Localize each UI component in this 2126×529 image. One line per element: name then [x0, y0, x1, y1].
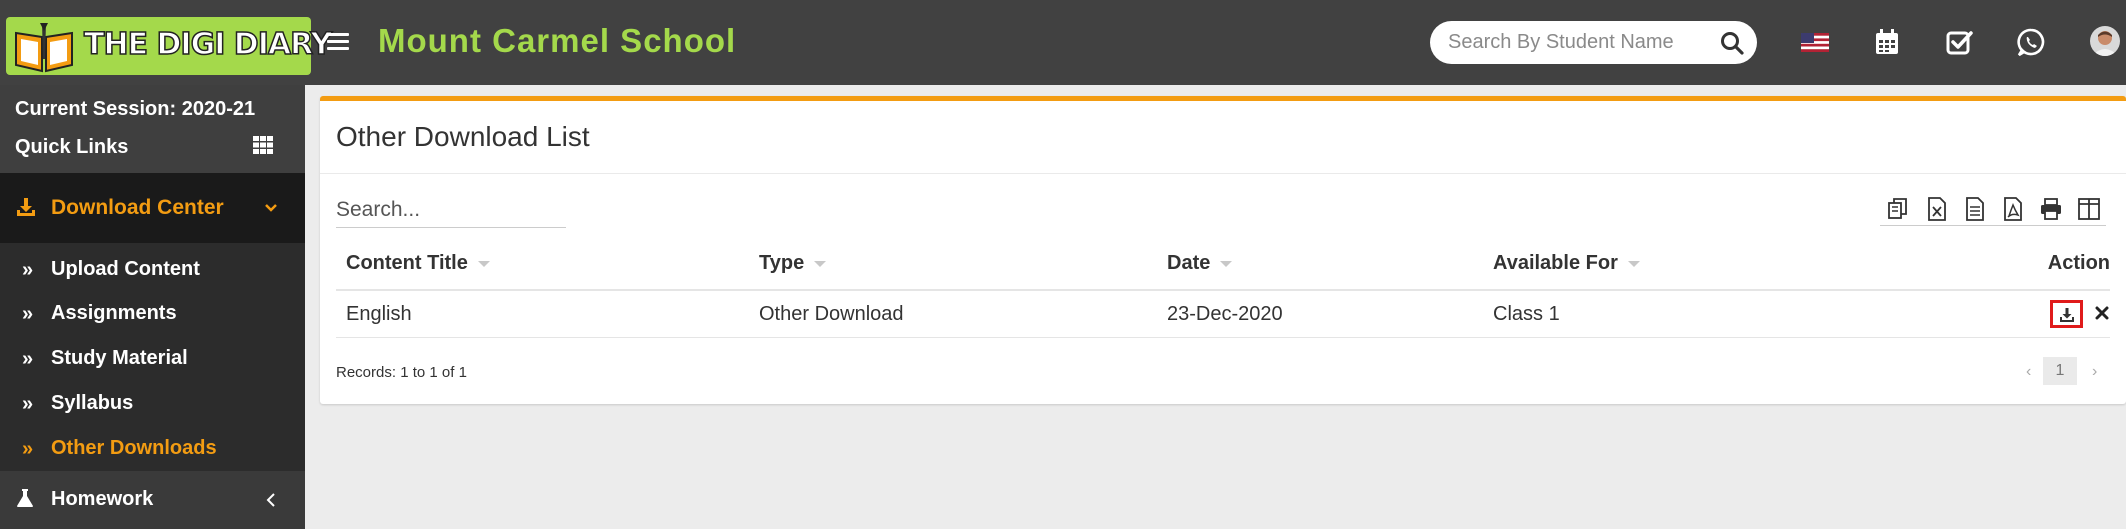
- sidebar-item-other-downloads[interactable]: » Other Downloads: [0, 426, 305, 470]
- double-chevron-right-icon: »: [22, 348, 34, 370]
- sidebar-item-label: Download Center: [51, 196, 224, 219]
- pager-prev-button[interactable]: ‹: [2026, 363, 2031, 381]
- column-header-label: Available For: [1493, 252, 1618, 274]
- search-icon[interactable]: [1719, 30, 1745, 56]
- double-chevron-right-icon: »: [22, 393, 34, 415]
- chevron-left-icon: [266, 493, 275, 507]
- other-download-panel: Other Download List Content Title Type D…: [320, 96, 2126, 404]
- table-search-input[interactable]: [336, 193, 566, 228]
- top-navbar: THE DIGI DIARY Mount Carmel School: [0, 0, 2126, 85]
- download-center-submenu: » Upload Content » Assignments » Study M…: [0, 243, 305, 471]
- copy-icon[interactable]: [1886, 196, 1912, 222]
- cell-type: Other Download: [759, 303, 904, 325]
- school-name: Mount Carmel School: [378, 22, 737, 59]
- sidebar-item-syllabus[interactable]: » Syllabus: [0, 381, 305, 425]
- sort-caret-icon: [1220, 260, 1233, 267]
- column-header-available-for[interactable]: Available For: [1493, 252, 1640, 275]
- pager-next-button[interactable]: ›: [2092, 363, 2097, 381]
- sidebar-item-homework[interactable]: Homework: [0, 471, 305, 529]
- sort-caret-icon: [1627, 260, 1640, 267]
- excel-icon[interactable]: [1924, 196, 1950, 222]
- column-header-label: Type: [759, 252, 805, 274]
- download-icon: [17, 198, 35, 216]
- divider: [320, 173, 2126, 174]
- csv-icon[interactable]: [1962, 196, 1988, 222]
- current-session: Current Session: 2020-21: [15, 98, 256, 120]
- sidebar-item-label: Homework: [51, 488, 154, 510]
- sort-caret-icon: [477, 260, 490, 267]
- sidebar-header: Current Session: 2020-21 Quick Links: [0, 85, 305, 173]
- menu-toggle-icon[interactable]: [327, 33, 349, 51]
- sidebar: Current Session: 2020-21 Quick Links Dow…: [0, 85, 305, 529]
- sidebar-item-label: Other Downloads: [51, 437, 217, 459]
- flask-icon: [17, 489, 33, 507]
- us-flag-icon[interactable]: [1800, 27, 1830, 57]
- download-icon: [2060, 308, 2074, 322]
- pdf-icon[interactable]: [2000, 196, 2026, 222]
- chevron-down-icon: [265, 204, 277, 212]
- sidebar-item-study-material[interactable]: » Study Material: [0, 336, 305, 380]
- logo-text: THE DIGI DIARY: [83, 26, 333, 63]
- export-toolbar: [1880, 192, 2106, 226]
- columns-icon[interactable]: [2076, 196, 2102, 222]
- sidebar-item-label: Upload Content: [51, 258, 200, 280]
- column-header-label: Date: [1167, 252, 1211, 274]
- column-header-content-title[interactable]: Content Title: [346, 252, 490, 275]
- table-row: English Other Download 23-Dec-2020 Class…: [336, 291, 2110, 337]
- sidebar-item-label: Syllabus: [51, 392, 134, 414]
- pager-page-button[interactable]: 1: [2043, 357, 2077, 385]
- double-chevron-right-icon: »: [22, 259, 34, 281]
- user-avatar[interactable]: [2090, 26, 2120, 56]
- cell-date: 23-Dec-2020: [1167, 303, 1283, 325]
- column-header-label: Content Title: [346, 252, 468, 274]
- column-header-date[interactable]: Date: [1167, 252, 1233, 275]
- records-info: Records: 1 to 1 of 1: [336, 364, 467, 381]
- app-logo[interactable]: THE DIGI DIARY: [6, 17, 333, 75]
- cell-content-title: English: [346, 303, 412, 325]
- print-icon[interactable]: [2038, 196, 2064, 222]
- column-header-action: Action: [2047, 252, 2110, 274]
- checkbox-icon[interactable]: [1944, 27, 1974, 57]
- page-title: Other Download List: [336, 121, 590, 152]
- calendar-icon[interactable]: [1872, 27, 1902, 57]
- double-chevron-right-icon: »: [22, 303, 34, 325]
- book-logo-icon: [15, 23, 73, 73]
- column-header-type[interactable]: Type: [759, 252, 827, 275]
- sidebar-item-label: Assignments: [51, 302, 177, 324]
- quick-links[interactable]: Quick Links: [15, 136, 128, 159]
- row-divider: [336, 337, 2110, 338]
- sidebar-item-assignments[interactable]: » Assignments: [0, 291, 305, 335]
- student-search: [1430, 21, 1757, 64]
- student-search-input[interactable]: [1448, 29, 1698, 56]
- cell-available-for: Class 1: [1493, 303, 1560, 325]
- whatsapp-icon[interactable]: [2016, 27, 2046, 57]
- download-button[interactable]: [2050, 300, 2083, 328]
- sidebar-item-label: Study Material: [51, 347, 188, 369]
- delete-icon[interactable]: [2095, 306, 2109, 320]
- sidebar-item-upload-content[interactable]: » Upload Content: [0, 247, 305, 291]
- double-chevron-right-icon: »: [22, 438, 34, 460]
- sort-caret-icon: [814, 260, 827, 267]
- grid-icon[interactable]: [253, 136, 273, 154]
- sidebar-item-download-center[interactable]: Download Center: [0, 173, 305, 243]
